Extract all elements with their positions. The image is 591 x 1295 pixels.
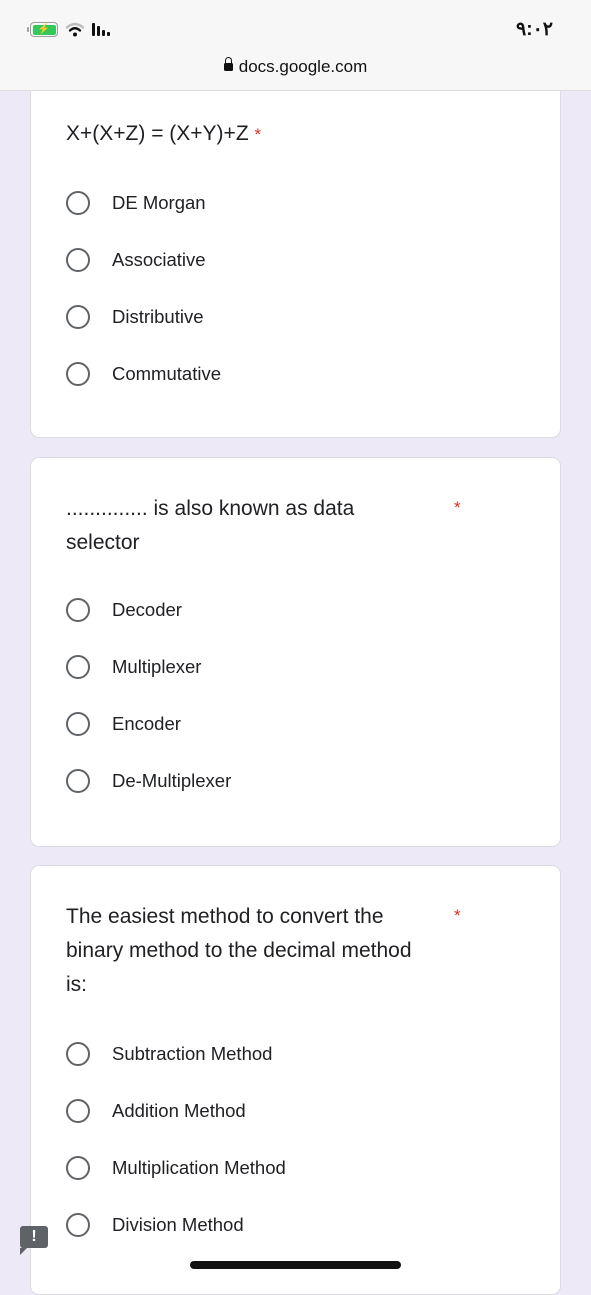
radio-button[interactable] bbox=[66, 598, 90, 622]
wifi-icon bbox=[66, 22, 84, 37]
radio-button[interactable] bbox=[66, 1213, 90, 1237]
status-icons: ⚡ bbox=[27, 22, 110, 37]
question-card-2: .............. is also known as data sel… bbox=[30, 457, 561, 847]
radio-option-division-method[interactable]: Division Method bbox=[66, 1209, 244, 1241]
question-card-3: The easiest method to convert the binary… bbox=[30, 865, 561, 1295]
lock-icon bbox=[223, 57, 233, 71]
report-feedback-icon[interactable]: ! bbox=[20, 1226, 48, 1255]
question-title: .............. is also known as data sel… bbox=[66, 497, 355, 554]
radio-option-addition-method[interactable]: Addition Method bbox=[66, 1095, 246, 1127]
radio-button[interactable] bbox=[66, 248, 90, 272]
radio-option-de-multiplexer[interactable]: De-Multiplexer bbox=[66, 765, 231, 797]
url-text: docs.google.com bbox=[238, 57, 368, 76]
radio-option-associative[interactable]: Associative bbox=[66, 244, 206, 276]
radio-button[interactable] bbox=[66, 1042, 90, 1066]
radio-button[interactable] bbox=[66, 712, 90, 736]
radio-button[interactable] bbox=[66, 769, 90, 793]
radio-option-subtraction-method[interactable]: Subtraction Method bbox=[66, 1038, 272, 1070]
required-asterisk: * bbox=[454, 906, 461, 925]
radio-button[interactable] bbox=[66, 305, 90, 329]
signal-bars-icon bbox=[92, 23, 110, 36]
battery-charging-icon: ⚡ bbox=[27, 22, 58, 37]
radio-option-decoder[interactable]: Decoder bbox=[66, 594, 182, 626]
radio-option-commutative[interactable]: Commutative bbox=[66, 358, 221, 390]
radio-button[interactable] bbox=[66, 362, 90, 386]
address-bar[interactable]: docs.google.com bbox=[0, 57, 591, 77]
question-card-1: X+(X+Z) = (X+Y)+Z * DE Morgan Associativ… bbox=[30, 80, 561, 438]
radio-button[interactable] bbox=[66, 655, 90, 679]
radio-button[interactable] bbox=[66, 1099, 90, 1123]
radio-option-de-morgan[interactable]: DE Morgan bbox=[66, 187, 206, 219]
required-asterisk: * bbox=[454, 498, 461, 517]
question-title: The easiest method to convert the binary… bbox=[66, 905, 412, 996]
radio-option-distributive[interactable]: Distributive bbox=[66, 301, 204, 333]
browser-top-bar: ⚡ ٩:٠٢ docs.google.com bbox=[0, 0, 591, 91]
required-asterisk: * bbox=[254, 125, 262, 144]
question-title: X+(X+Z) = (X+Y)+Z * bbox=[66, 122, 262, 145]
home-indicator[interactable] bbox=[190, 1261, 401, 1269]
radio-option-encoder[interactable]: Encoder bbox=[66, 708, 181, 740]
radio-button[interactable] bbox=[66, 1156, 90, 1180]
status-time: ٩:٠٢ bbox=[516, 19, 553, 40]
radio-option-multiplexer[interactable]: Multiplexer bbox=[66, 651, 201, 683]
radio-button[interactable] bbox=[66, 191, 90, 215]
radio-option-multiplication-method[interactable]: Multiplication Method bbox=[66, 1152, 286, 1184]
